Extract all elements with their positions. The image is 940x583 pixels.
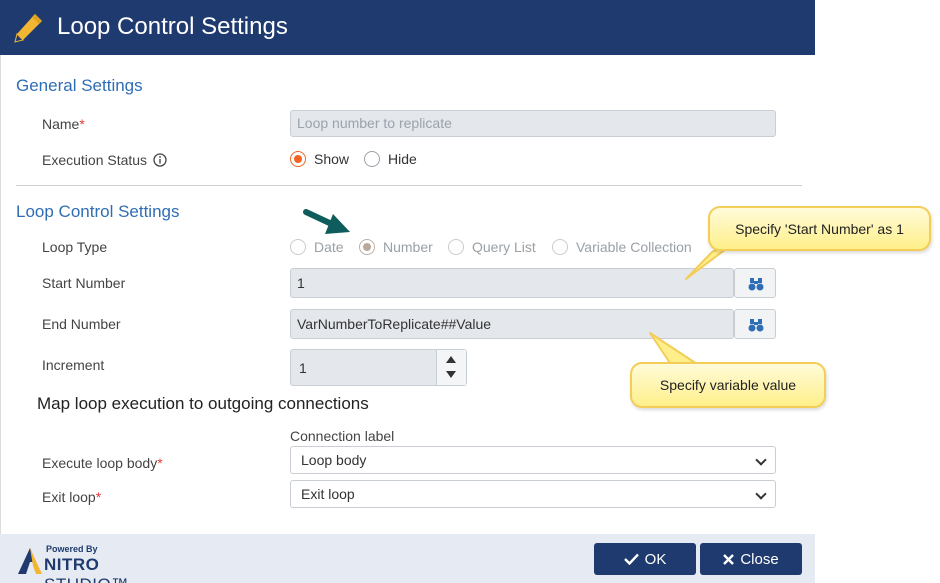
pointer-arrow-icon (303, 209, 350, 234)
annotation-overlay (303, 209, 739, 367)
callout-variable-value: Specify variable value (630, 362, 826, 408)
callout-start-number: Specify 'Start Number' as 1 (708, 206, 931, 251)
